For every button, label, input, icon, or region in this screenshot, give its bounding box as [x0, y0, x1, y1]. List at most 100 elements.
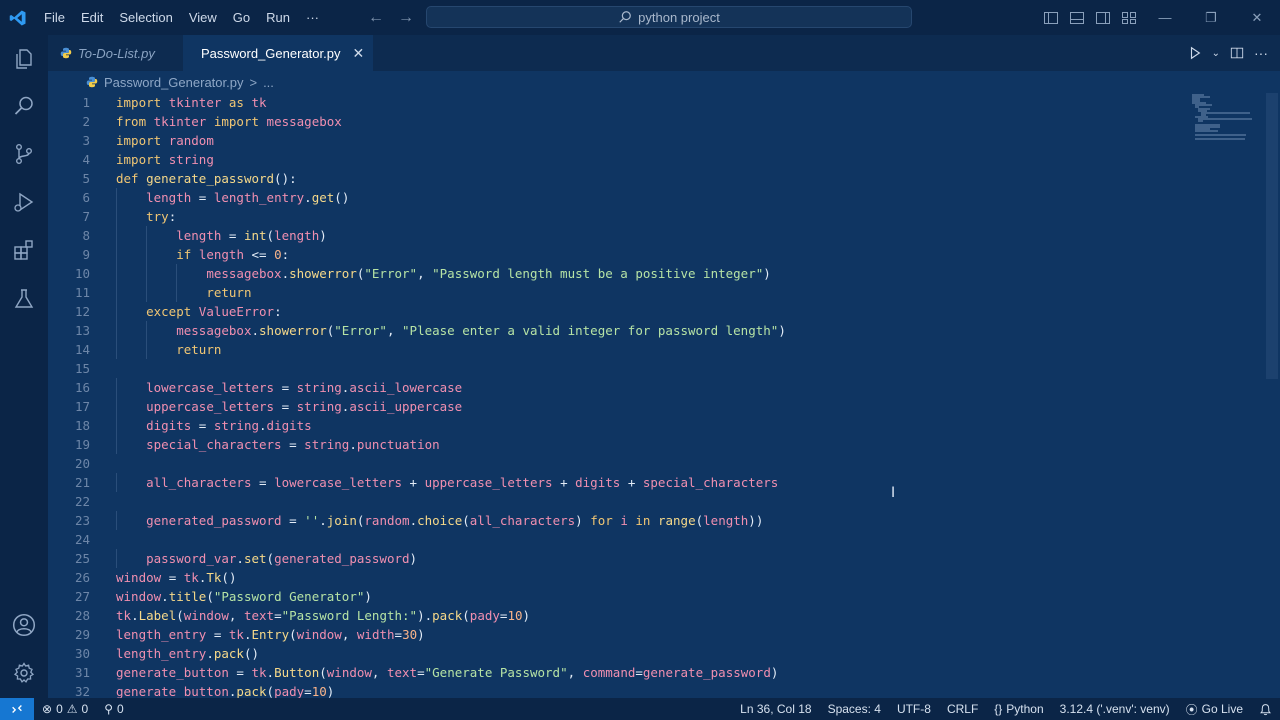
- toggle-secondary-sidebar-icon[interactable]: [1090, 0, 1116, 35]
- menu-go[interactable]: Go: [225, 0, 258, 35]
- notifications-bell-icon[interactable]: [1251, 698, 1280, 720]
- code-line[interactable]: [116, 454, 1216, 473]
- account-icon[interactable]: [0, 601, 48, 649]
- error-count: 0: [56, 702, 63, 716]
- code-line[interactable]: from tkinter import messagebox: [116, 112, 1216, 131]
- code-line[interactable]: generate_button = tk.Button(window, text…: [116, 663, 1216, 682]
- code-line[interactable]: def generate_password():: [116, 169, 1216, 188]
- code-line[interactable]: all_characters = lowercase_letters + upp…: [116, 473, 1216, 492]
- testing-icon[interactable]: [0, 275, 48, 323]
- indentation[interactable]: Spaces: 4: [820, 698, 889, 720]
- toggle-primary-sidebar-icon[interactable]: [1038, 0, 1064, 35]
- code-line[interactable]: uppercase_letters = string.ascii_upperca…: [116, 397, 1216, 416]
- python-interpreter[interactable]: 3.12.4 ('.venv': venv): [1052, 698, 1178, 720]
- line-number: 5: [82, 171, 90, 186]
- tab-to-do-list[interactable]: To-Do-List.py: [48, 35, 183, 71]
- ports-indicator[interactable]: ⚲ 0: [96, 698, 131, 720]
- menu-file[interactable]: File: [36, 0, 73, 35]
- source-control-icon[interactable]: [0, 130, 48, 178]
- minimize-icon[interactable]: —: [1142, 0, 1188, 35]
- extensions-icon[interactable]: [0, 226, 48, 274]
- toggle-panel-icon[interactable]: [1064, 0, 1090, 35]
- minimap[interactable]: [1190, 93, 1260, 143]
- file-encoding[interactable]: UTF-8: [889, 698, 939, 720]
- tab-password-generator[interactable]: Password_Generator.py ✕: [183, 35, 373, 71]
- go-live-button[interactable]: ⦿ Go Live: [1178, 698, 1251, 720]
- code-editor[interactable]: 1 2 3 4 5 6 7 8 9 10 11 12 13 14 15 16 17 18 19 20 21 22 23 24 2…: [48, 93, 1280, 698]
- code-line[interactable]: length = length_entry.get(): [116, 188, 1216, 207]
- search-icon[interactable]: [0, 82, 48, 130]
- mouse-text-cursor-icon: I: [891, 485, 896, 501]
- line-number: 30: [74, 646, 90, 661]
- editor-actions: ⌄ ···: [1188, 35, 1280, 71]
- run-python-file-icon[interactable]: [1188, 46, 1202, 60]
- command-center-search[interactable]: python project: [426, 6, 912, 28]
- code-line[interactable]: try:: [116, 207, 1216, 226]
- line-number: 13: [74, 323, 90, 338]
- run-debug-icon[interactable]: [0, 178, 48, 226]
- end-of-line[interactable]: CRLF: [939, 698, 986, 720]
- code-line[interactable]: messagebox.showerror("Error", "Password …: [116, 264, 1216, 283]
- code-line[interactable]: generate_button.pack(pady=10): [116, 682, 1216, 698]
- code-line[interactable]: digits = string.digits: [116, 416, 1216, 435]
- code-line[interactable]: password_var.set(generated_password): [116, 549, 1216, 568]
- language-mode[interactable]: {} Python: [986, 698, 1051, 720]
- code-lines[interactable]: import tkinter as tk from tkinter import …: [116, 93, 1216, 698]
- vertical-scrollbar[interactable]: [1266, 93, 1278, 379]
- cursor-position[interactable]: Ln 36, Col 18: [732, 698, 819, 720]
- code-line[interactable]: import random: [116, 131, 1216, 150]
- code-line[interactable]: return: [116, 283, 1216, 302]
- close-tab-icon[interactable]: ✕: [352, 45, 364, 62]
- restore-icon[interactable]: ❐: [1188, 0, 1234, 35]
- line-number: 8: [82, 228, 90, 243]
- menu-view[interactable]: View: [181, 0, 225, 35]
- line-number: 26: [74, 570, 90, 585]
- menu-selection[interactable]: Selection: [111, 0, 180, 35]
- run-dropdown-chevron-icon[interactable]: ⌄: [1212, 48, 1220, 59]
- code-line[interactable]: messagebox.showerror("Error", "Please en…: [116, 321, 1216, 340]
- code-line[interactable]: length = int(length): [116, 226, 1216, 245]
- close-window-icon[interactable]: ✕: [1234, 0, 1280, 35]
- customize-layout-icon[interactable]: [1116, 0, 1142, 35]
- code-line[interactable]: lowercase_letters = string.ascii_lowerca…: [116, 378, 1216, 397]
- code-line[interactable]: length_entry.pack(): [116, 644, 1216, 663]
- breadcrumb-file[interactable]: Password_Generator.py: [104, 75, 243, 90]
- code-line[interactable]: if length <= 0:: [116, 245, 1216, 264]
- forward-arrow-icon[interactable]: →: [398, 9, 414, 27]
- warning-count: 0: [81, 702, 89, 716]
- code-line[interactable]: [116, 492, 1216, 511]
- vscode-logo-icon: [0, 0, 36, 35]
- code-line[interactable]: [116, 359, 1216, 378]
- explorer-icon[interactable]: [0, 35, 48, 83]
- line-number: 27: [74, 589, 90, 604]
- split-editor-icon[interactable]: [1230, 46, 1244, 60]
- python-file-icon: [60, 47, 72, 59]
- menu-more[interactable]: ···: [298, 0, 327, 35]
- problems-indicator[interactable]: ⊗ 0 ⚠ 0: [34, 698, 96, 720]
- code-line[interactable]: generated_password = ''.join(random.choi…: [116, 511, 1216, 530]
- breadcrumb-more[interactable]: ...: [263, 75, 274, 90]
- line-number-gutter: 1 2 3 4 5 6 7 8 9 10 11 12 13 14 15 16 17 18 19 20 21 22 23 24 2…: [48, 93, 108, 698]
- code-line[interactable]: import tkinter as tk: [116, 93, 1216, 112]
- code-line[interactable]: special_characters = string.punctuation: [116, 435, 1216, 454]
- remote-indicator-icon[interactable]: [0, 698, 34, 720]
- code-line[interactable]: window = tk.Tk(): [116, 568, 1216, 587]
- code-line[interactable]: return: [116, 340, 1216, 359]
- back-arrow-icon[interactable]: ←: [368, 9, 384, 27]
- code-line[interactable]: except ValueError:: [116, 302, 1216, 321]
- editor-tab-bar: To-Do-List.py Password_Generator.py ✕ ⌄ …: [48, 35, 1280, 71]
- status-bar: ⊗ 0 ⚠ 0 ⚲ 0 Ln 36, Col 18 Spaces: 4 UTF-…: [0, 698, 1280, 720]
- python-file-icon: [86, 76, 98, 88]
- code-line[interactable]: window.title("Password Generator"): [116, 587, 1216, 606]
- more-actions-icon[interactable]: ···: [1254, 45, 1268, 61]
- code-line[interactable]: [116, 530, 1216, 549]
- go-live-label: Go Live: [1201, 702, 1243, 716]
- code-line[interactable]: import string: [116, 150, 1216, 169]
- menu-run[interactable]: Run: [258, 0, 298, 35]
- code-line[interactable]: tk.Label(window, text="Password Length:"…: [116, 606, 1216, 625]
- menu-bar: File Edit Selection View Go Run ···: [36, 0, 327, 35]
- line-number: 21: [74, 475, 90, 490]
- settings-gear-icon[interactable]: [0, 649, 48, 697]
- menu-edit[interactable]: Edit: [73, 0, 111, 35]
- code-line[interactable]: length_entry = tk.Entry(window, width=30…: [116, 625, 1216, 644]
